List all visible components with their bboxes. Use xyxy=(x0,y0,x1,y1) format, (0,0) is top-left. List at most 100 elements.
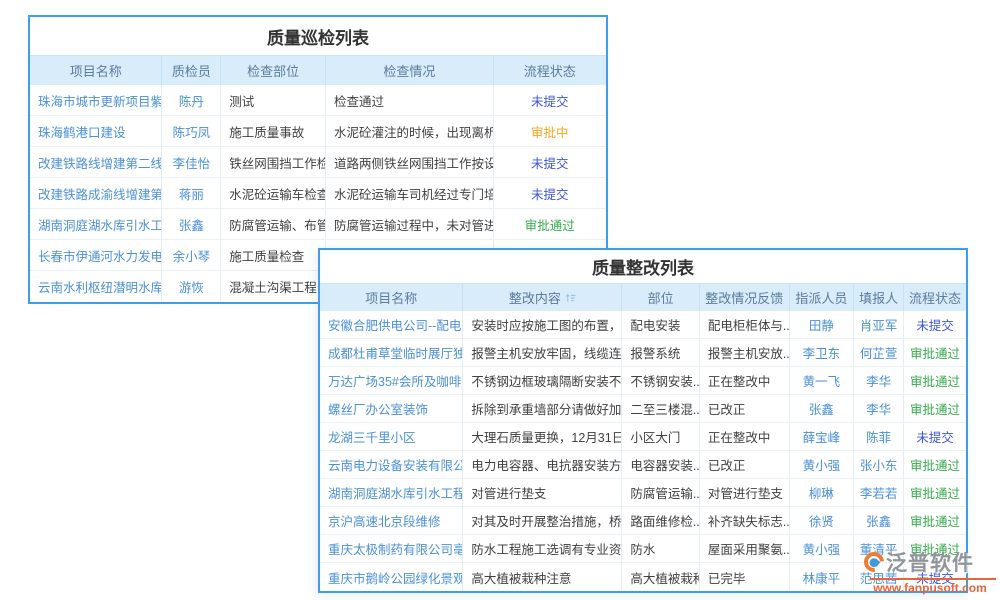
watermark-divider xyxy=(870,578,996,580)
part-cell: 路面维修检... xyxy=(622,507,700,534)
reporter-link[interactable]: 何芷萱 xyxy=(854,339,904,366)
assignee-link[interactable]: 徐贤 xyxy=(790,507,855,534)
status-badge: 审批通过 xyxy=(904,479,966,506)
inspector-link[interactable]: 蒋丽 xyxy=(162,178,221,208)
table-header-row: 项目名称整改内容部位整改情况反馈指派人员填报人流程状态 xyxy=(320,283,966,311)
project-link[interactable]: 万达广场35#会所及咖啡厅空... xyxy=(320,367,463,394)
project-link[interactable]: 珠海市城市更新项目紫... xyxy=(30,85,162,115)
reporter-link[interactable]: 张鑫 xyxy=(854,507,904,534)
project-link[interactable]: 京沪高速北京段维修 xyxy=(320,507,463,534)
column-header-label: 指派人员 xyxy=(795,288,847,307)
column-header-project: 项目名称 xyxy=(320,284,463,311)
assignee-link[interactable]: 黄小强 xyxy=(790,535,855,562)
part-cell: 施工质量检查 xyxy=(221,240,326,270)
table-row: 改建铁路成渝线增建第...蒋丽水泥砼运输车检查水泥砼运输车司机经过专门培训...… xyxy=(30,178,606,209)
column-header-status: 流程状态 xyxy=(494,56,606,85)
project-link[interactable]: 长春市伊通河水力发电... xyxy=(30,240,162,270)
assignee-link[interactable]: 黄小强 xyxy=(790,451,855,478)
part-cell: 高大植被栽种 xyxy=(622,563,700,591)
status-badge: 未提交 xyxy=(904,423,966,450)
status-badge: 未提交 xyxy=(494,85,606,115)
table-title: 质量巡检列表 xyxy=(30,17,606,55)
project-link[interactable]: 龙湖三千里小区 xyxy=(320,423,463,450)
status-badge: 审批通过 xyxy=(904,507,966,534)
status-badge: 审批通过 xyxy=(904,367,966,394)
part-cell: 报警系统 xyxy=(622,339,700,366)
status-badge: 未提交 xyxy=(494,147,606,177)
project-link[interactable]: 湖南洞庭湖水库引水工程施工I标 xyxy=(320,479,463,506)
assignee-link[interactable]: 李卫东 xyxy=(790,339,855,366)
part-cell: 施工质量事故 xyxy=(221,116,326,146)
reporter-link[interactable]: 肖亚军 xyxy=(854,311,904,338)
project-link[interactable]: 云南电力设备安装有限公司20... xyxy=(320,451,463,478)
status-badge: 审批通过 xyxy=(904,339,966,366)
project-link[interactable]: 安徽合肥供电公司--配电设备... xyxy=(320,311,463,338)
project-link[interactable]: 珠海鹤港口建设 xyxy=(30,116,162,146)
assignee-link[interactable]: 林康平 xyxy=(790,563,855,591)
fanpu-logo-icon xyxy=(860,548,888,576)
part-cell: 二至三楼混... xyxy=(622,395,700,422)
project-link[interactable]: 重庆太极制药有限公司亳州中... xyxy=(320,535,463,562)
column-header-label: 质检员 xyxy=(172,61,211,80)
reporter-link[interactable]: 李华 xyxy=(854,395,904,422)
assignee-link[interactable]: 柳琳 xyxy=(790,479,855,506)
table-row: 珠海市城市更新项目紫...陈丹测试检查通过未提交 xyxy=(30,85,606,116)
reporter-link[interactable]: 李华 xyxy=(854,367,904,394)
situation-cell: 水泥砼灌注的时候，出现离析现象 xyxy=(326,116,494,146)
assignee-link[interactable]: 黄一飞 xyxy=(790,367,855,394)
column-header-status: 流程状态 xyxy=(904,284,966,311)
part-cell: 不锈钢安装... xyxy=(622,367,700,394)
content-cell: 对其及时开展整治措施，桥头... xyxy=(463,507,622,534)
part-cell: 防水 xyxy=(622,535,700,562)
content-cell: 对管进行垫支 xyxy=(463,479,622,506)
reporter-link[interactable]: 陈菲 xyxy=(854,423,904,450)
project-link[interactable]: 改建铁路线增建第二线... xyxy=(30,147,162,177)
table-title: 质量整改列表 xyxy=(320,250,966,283)
feedback-cell: 已改正 xyxy=(700,395,790,422)
inspector-link[interactable]: 游恢 xyxy=(162,271,221,302)
status-badge: 未提交 xyxy=(494,178,606,208)
watermark-brand: 泛普软件 xyxy=(886,547,974,577)
project-link[interactable]: 成都杜甫草堂临时展厅独立展... xyxy=(320,339,463,366)
part-cell: 防腐管运输... xyxy=(622,479,700,506)
column-header-inspector: 质检员 xyxy=(162,56,221,85)
part-cell: 配电安装 xyxy=(622,311,700,338)
assignee-link[interactable]: 张鑫 xyxy=(790,395,855,422)
content-cell: 不锈钢边框玻璃隔断安装不牢... xyxy=(463,367,622,394)
reporter-link[interactable]: 李若若 xyxy=(854,479,904,506)
project-link[interactable]: 湖南洞庭湖水库引水工... xyxy=(30,209,162,239)
content-cell: 防水工程施工选调有专业资质... xyxy=(463,535,622,562)
table-row: 成都杜甫草堂临时展厅独立展...报警主机安放牢固，线缆连接...报警系统报警主机… xyxy=(320,339,966,367)
table-header-row: 项目名称质检员检查部位检查情况流程状态 xyxy=(30,55,606,85)
table-row: 改建铁路线增建第二线...李佳怡铁丝网围挡工作检查道路两侧铁丝网围挡工作按设计.… xyxy=(30,147,606,178)
column-header-content: 整改内容 xyxy=(463,284,622,311)
feedback-cell: 报警主机安放... xyxy=(700,339,790,366)
reporter-link[interactable]: 张小东 xyxy=(854,451,904,478)
column-header-label: 流程状态 xyxy=(524,61,576,80)
content-cell: 大理石质量更换，12月31日之... xyxy=(463,423,622,450)
feedback-cell: 对管进行垫支 xyxy=(700,479,790,506)
assignee-link[interactable]: 田静 xyxy=(790,311,855,338)
inspector-link[interactable]: 张鑫 xyxy=(162,209,221,239)
inspector-link[interactable]: 李佳怡 xyxy=(162,147,221,177)
project-link[interactable]: 螺丝厂办公室装饰 xyxy=(320,395,463,422)
sort-icon[interactable] xyxy=(565,292,576,303)
status-badge: 审批中 xyxy=(494,116,606,146)
column-header-label: 检查情况 xyxy=(383,61,435,80)
inspector-link[interactable]: 余小琴 xyxy=(162,240,221,270)
assignee-link[interactable]: 薛宝峰 xyxy=(790,423,855,450)
column-header-feedback: 整改情况反馈 xyxy=(700,284,790,311)
table-row: 龙湖三千里小区大理石质量更换，12月31日之...小区大门正在整改中薛宝峰陈菲未… xyxy=(320,423,966,451)
feedback-cell: 正在整改中 xyxy=(700,367,790,394)
column-header-label: 流程状态 xyxy=(909,288,961,307)
situation-cell: 检查通过 xyxy=(326,85,494,115)
part-cell: 电容器安装... xyxy=(622,451,700,478)
column-header-label: 部位 xyxy=(648,288,674,307)
part-cell: 小区大门 xyxy=(622,423,700,450)
project-link[interactable]: 改建铁路成渝线增建第... xyxy=(30,178,162,208)
part-cell: 防腐管运输、布管 xyxy=(221,209,326,239)
inspector-link[interactable]: 陈丹 xyxy=(162,85,221,115)
project-link[interactable]: 重庆市鹅岭公园绿化景观提升... xyxy=(320,563,463,591)
inspector-link[interactable]: 陈巧凤 xyxy=(162,116,221,146)
project-link[interactable]: 云南水利枢纽潜明水库... xyxy=(30,271,162,302)
